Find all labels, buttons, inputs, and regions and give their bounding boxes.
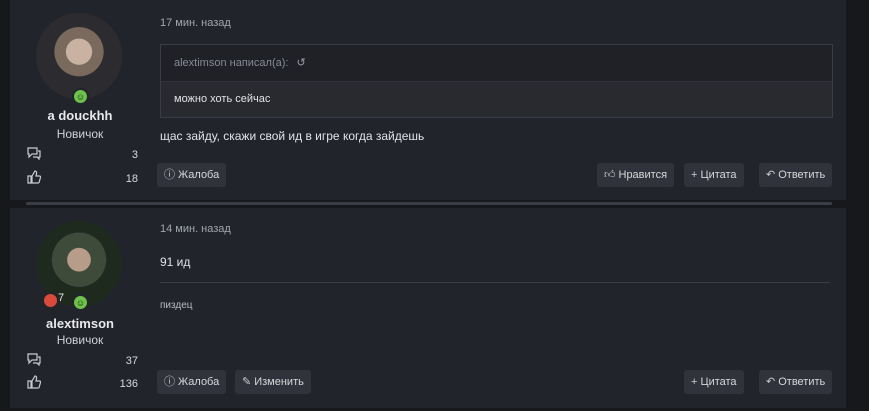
signature-divider — [160, 282, 830, 283]
reply-label: Ответить — [778, 376, 826, 388]
reply-button[interactable]: ↶ Ответить — [759, 163, 833, 187]
reply-button[interactable]: ↶ Ответить — [759, 370, 833, 394]
quote-label: Цитата — [700, 169, 737, 181]
messages-count: 37 — [125, 355, 138, 367]
user-panel: ☺ a douckhh Новичок 3 18 — [10, 0, 150, 200]
thumbs-up-icon — [27, 375, 42, 389]
pencil-icon: ✎ — [242, 376, 252, 388]
quote-text: можно хоть сейчас — [161, 82, 832, 117]
like-button[interactable]: 👍︎ Нравится — [597, 163, 675, 187]
quote-button[interactable]: + Цитата — [684, 370, 744, 394]
post-time[interactable]: 14 мин. назад — [160, 223, 231, 235]
messages-count: 3 — [131, 149, 138, 161]
username[interactable]: alextimson — [10, 316, 150, 331]
report-icon: ⓘ — [164, 169, 175, 181]
username[interactable]: a douckhh — [10, 108, 150, 123]
report-button[interactable]: ⓘ Жалоба — [157, 163, 227, 187]
post-1: ☺ a douckhh Новичок 3 18 17 мин. назад a… — [10, 0, 846, 200]
post-text: 91 ид — [160, 255, 191, 269]
thumbs-up-icon: 👍︎ — [604, 169, 616, 181]
user-signature: пиздец — [160, 300, 193, 311]
online-status-icon: ☺ — [72, 88, 89, 105]
speech-bubbles-icon — [27, 352, 41, 367]
reply-icon: ↶ — [766, 376, 776, 388]
post-text: щас зайду, скажи свой ид в игре когда за… — [160, 129, 425, 143]
quote-button[interactable]: + Цитата — [684, 163, 744, 187]
speech-bubbles-icon — [27, 146, 41, 161]
likes-count: 136 — [119, 378, 138, 390]
user-avatar[interactable] — [36, 13, 122, 99]
user-title: Новичок — [56, 127, 104, 141]
plus-icon: + — [691, 376, 698, 388]
quote-jump-icon[interactable]: ↺ — [297, 57, 306, 69]
report-button[interactable]: ⓘ Жалоба — [157, 370, 227, 394]
user-panel: 7 ☺ alextimson Новичок 37 136 — [10, 208, 150, 408]
quote-author: alextimson написал(а): — [174, 57, 289, 69]
report-icon: ⓘ — [164, 376, 175, 388]
rank-number: 7 — [58, 292, 65, 304]
user-title: Новичок — [56, 333, 104, 347]
thumbs-up-icon — [27, 170, 42, 184]
report-label: Жалоба — [178, 169, 220, 181]
likes-count: 18 — [125, 173, 138, 185]
post-time[interactable]: 17 мин. назад — [160, 17, 231, 29]
edit-label: Изменить — [254, 376, 304, 388]
report-label: Жалоба — [178, 376, 220, 388]
reply-icon: ↶ — [766, 169, 776, 181]
rank-badge-icon — [42, 292, 59, 309]
reply-label: Ответить — [778, 169, 826, 181]
edit-button[interactable]: ✎ Изменить — [235, 370, 311, 394]
quote-block: alextimson написал(а): ↺ можно хоть сейч… — [160, 44, 833, 118]
quote-label: Цитата — [700, 376, 737, 388]
like-label: Нравится — [618, 169, 668, 181]
quote-header[interactable]: alextimson написал(а): ↺ — [161, 45, 832, 82]
plus-icon: + — [691, 169, 698, 181]
online-status-icon: ☺ — [72, 294, 89, 311]
post-separator — [26, 202, 832, 205]
post-2: 7 ☺ alextimson Новичок 37 136 14 мин. на… — [10, 208, 846, 408]
